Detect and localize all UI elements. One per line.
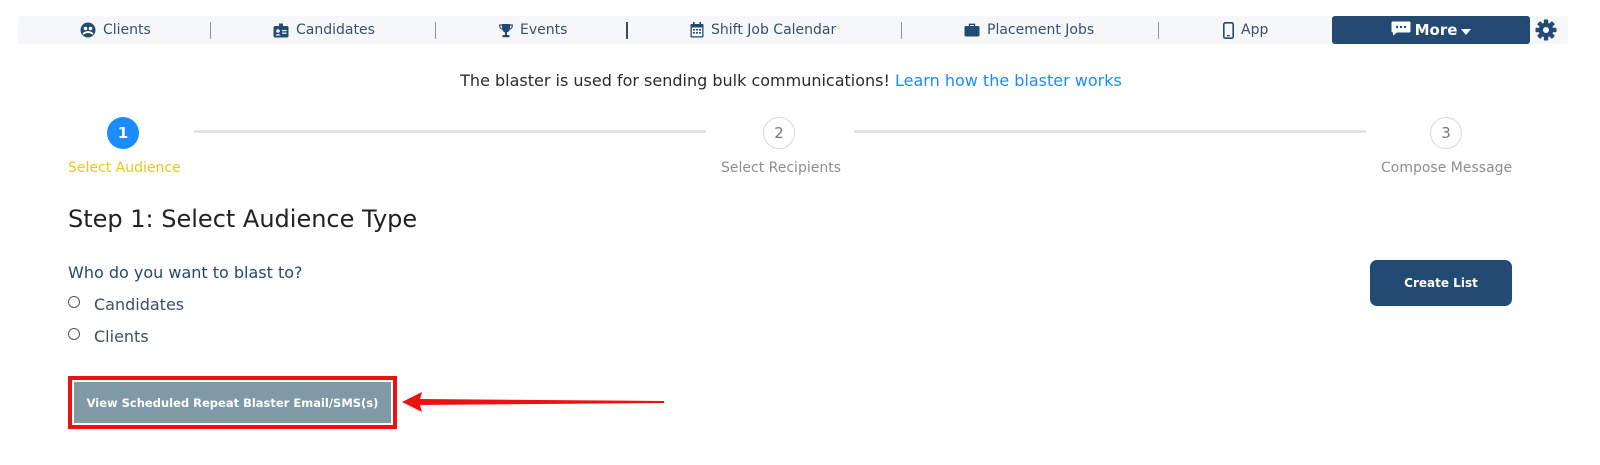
nav-item-candidates[interactable]: Candidates xyxy=(273,16,375,44)
step-2-label: Select Recipients xyxy=(721,160,841,176)
more-label: More xyxy=(1414,21,1458,39)
audience-option-candidates[interactable]: Candidates xyxy=(68,295,184,314)
nav-divider xyxy=(435,22,436,39)
nav-item-label: Placement Jobs xyxy=(987,22,1095,38)
blaster-info-text: The blaster is used for sending bulk com… xyxy=(0,71,1582,90)
radio-button[interactable] xyxy=(68,327,80,340)
calendar-icon xyxy=(690,22,704,38)
radio-label: Clients xyxy=(94,327,149,346)
page-title: Step 1: Select Audience Type xyxy=(68,205,418,233)
caret-down-icon xyxy=(1461,21,1472,39)
nav-item-label: Clients xyxy=(103,22,151,38)
view-scheduled-blasters-button[interactable]: View Scheduled Repeat Blaster Email/SMS(… xyxy=(74,382,391,423)
learn-blaster-link[interactable]: Learn how the blaster works xyxy=(895,71,1122,90)
nav-divider xyxy=(901,22,902,39)
nav-item-app[interactable]: App xyxy=(1223,16,1268,44)
trophy-icon xyxy=(499,23,513,38)
stepper-connector xyxy=(854,130,1366,133)
candidates-icon xyxy=(273,23,289,38)
nav-divider xyxy=(1158,22,1159,39)
radio-button[interactable] xyxy=(68,295,80,308)
step-1-indicator[interactable]: 1 xyxy=(107,117,139,149)
clients-icon xyxy=(80,22,96,38)
info-text: The blaster is used for sending bulk com… xyxy=(460,71,890,90)
step-1-label: Select Audience xyxy=(68,160,181,176)
radio-label: Candidates xyxy=(94,295,185,314)
audience-question: Who do you want to blast to? xyxy=(68,263,303,282)
nav-item-label: App xyxy=(1241,22,1269,38)
step-2-indicator[interactable]: 2 xyxy=(763,117,795,149)
annotation-arrow xyxy=(402,392,664,412)
nav-item-events[interactable]: Events xyxy=(499,16,567,44)
briefcase-icon xyxy=(964,23,980,37)
audience-option-clients[interactable]: Clients xyxy=(68,327,149,346)
create-list-button[interactable]: Create List xyxy=(1370,260,1512,306)
phone-icon xyxy=(1223,21,1234,39)
more-menu-button[interactable]: More xyxy=(1332,16,1530,44)
nav-item-clients[interactable]: Clients xyxy=(80,16,151,44)
chat-bubble-icon xyxy=(1391,21,1411,40)
gear-icon[interactable] xyxy=(1535,19,1557,45)
nav-item-label: Events xyxy=(520,22,568,38)
nav-item-shift-job-calendar[interactable]: Shift Job Calendar xyxy=(690,16,836,44)
nav-divider xyxy=(210,22,211,39)
step-3-label: Compose Message xyxy=(1381,160,1513,176)
stepper-connector xyxy=(194,130,706,133)
nav-divider xyxy=(626,22,628,39)
nav-item-placement-jobs[interactable]: Placement Jobs xyxy=(964,16,1094,44)
nav-item-label: Shift Job Calendar xyxy=(711,22,837,38)
step-3-indicator[interactable]: 3 xyxy=(1430,117,1462,149)
nav-item-label: Candidates xyxy=(296,22,375,38)
